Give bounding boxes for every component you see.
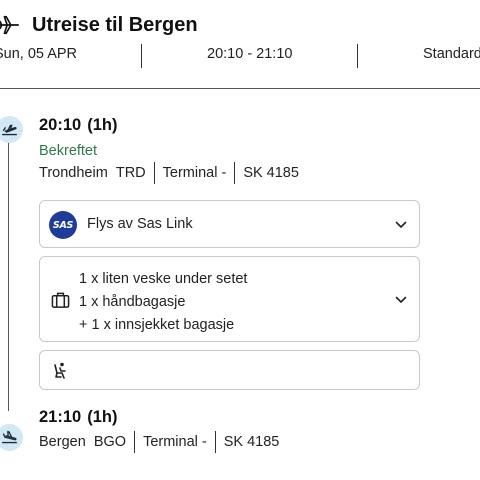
luggage-icon (51, 292, 70, 308)
page-header: Utreise til Bergen (0, 6, 480, 36)
baggage-item: 1 x liten veske under setet (79, 271, 248, 287)
page-title: Utreise til Bergen (32, 14, 198, 36)
departure-time: 20:10 (39, 116, 82, 134)
arrival-flight-number: SK 4185 (223, 434, 280, 450)
sas-logo: SAS (49, 211, 77, 239)
baggage-list: 1 x liten veske under setet 1 x håndbaga… (79, 268, 247, 337)
arrival-time-row: 21:10 (1h) (39, 408, 117, 427)
chevron-down-icon[interactable] (395, 221, 407, 229)
divider (134, 431, 136, 453)
departure-code: TRD (115, 165, 146, 181)
divider (234, 162, 236, 184)
trip-summary: Sun, 05 APR 20:10 - 21:10 Standard (0, 40, 480, 70)
arrival-duration: (1h) (87, 408, 118, 426)
baggage-card[interactable]: 1 x liten veske under setet 1 x håndbaga… (39, 256, 420, 342)
timeline-line (8, 136, 9, 411)
takeoff-icon (2, 124, 17, 136)
arrival-code: BGO (93, 434, 127, 450)
chevron-down-icon[interactable] (395, 296, 407, 304)
divider (141, 44, 142, 68)
divider (153, 162, 155, 184)
arrival-city: Bergen (39, 434, 86, 450)
arrival-node (0, 424, 23, 451)
arrival-time: 21:10 (39, 408, 82, 426)
status-badge: Bekreftet (39, 143, 98, 159)
fare-class: Standard (423, 46, 480, 62)
departure-city: Trondheim (39, 165, 108, 181)
baggage-item: + 1 x innsjekket bagasje (79, 317, 235, 333)
departure-route: Trondheim TRD Terminal - SK 4185 (39, 162, 299, 184)
divider (214, 431, 216, 453)
airline-label: Flys av Sas Link (87, 216, 193, 232)
departure-duration: (1h) (87, 116, 118, 134)
departure-node (0, 116, 23, 143)
departure-terminal: Terminal - (162, 165, 227, 181)
trip-time-range: 20:10 - 21:10 (207, 46, 293, 62)
trip-date: Sun, 05 APR (0, 46, 78, 62)
seat-card[interactable] (39, 350, 420, 390)
airline-card[interactable]: SAS Flys av Sas Link (39, 200, 420, 248)
departure-time-row: 20:10 (1h) (39, 116, 117, 135)
landing-icon (2, 430, 17, 444)
divider (357, 44, 358, 68)
airplane-icon (0, 15, 19, 35)
section-divider (0, 88, 480, 89)
arrival-route: Bergen BGO Terminal - SK 4185 (39, 431, 279, 453)
departure-flight-number: SK 4185 (243, 165, 299, 181)
seat-icon (54, 362, 66, 379)
baggage-item: 1 x håndbagasje (79, 294, 186, 310)
arrival-terminal: Terminal - (143, 434, 207, 450)
